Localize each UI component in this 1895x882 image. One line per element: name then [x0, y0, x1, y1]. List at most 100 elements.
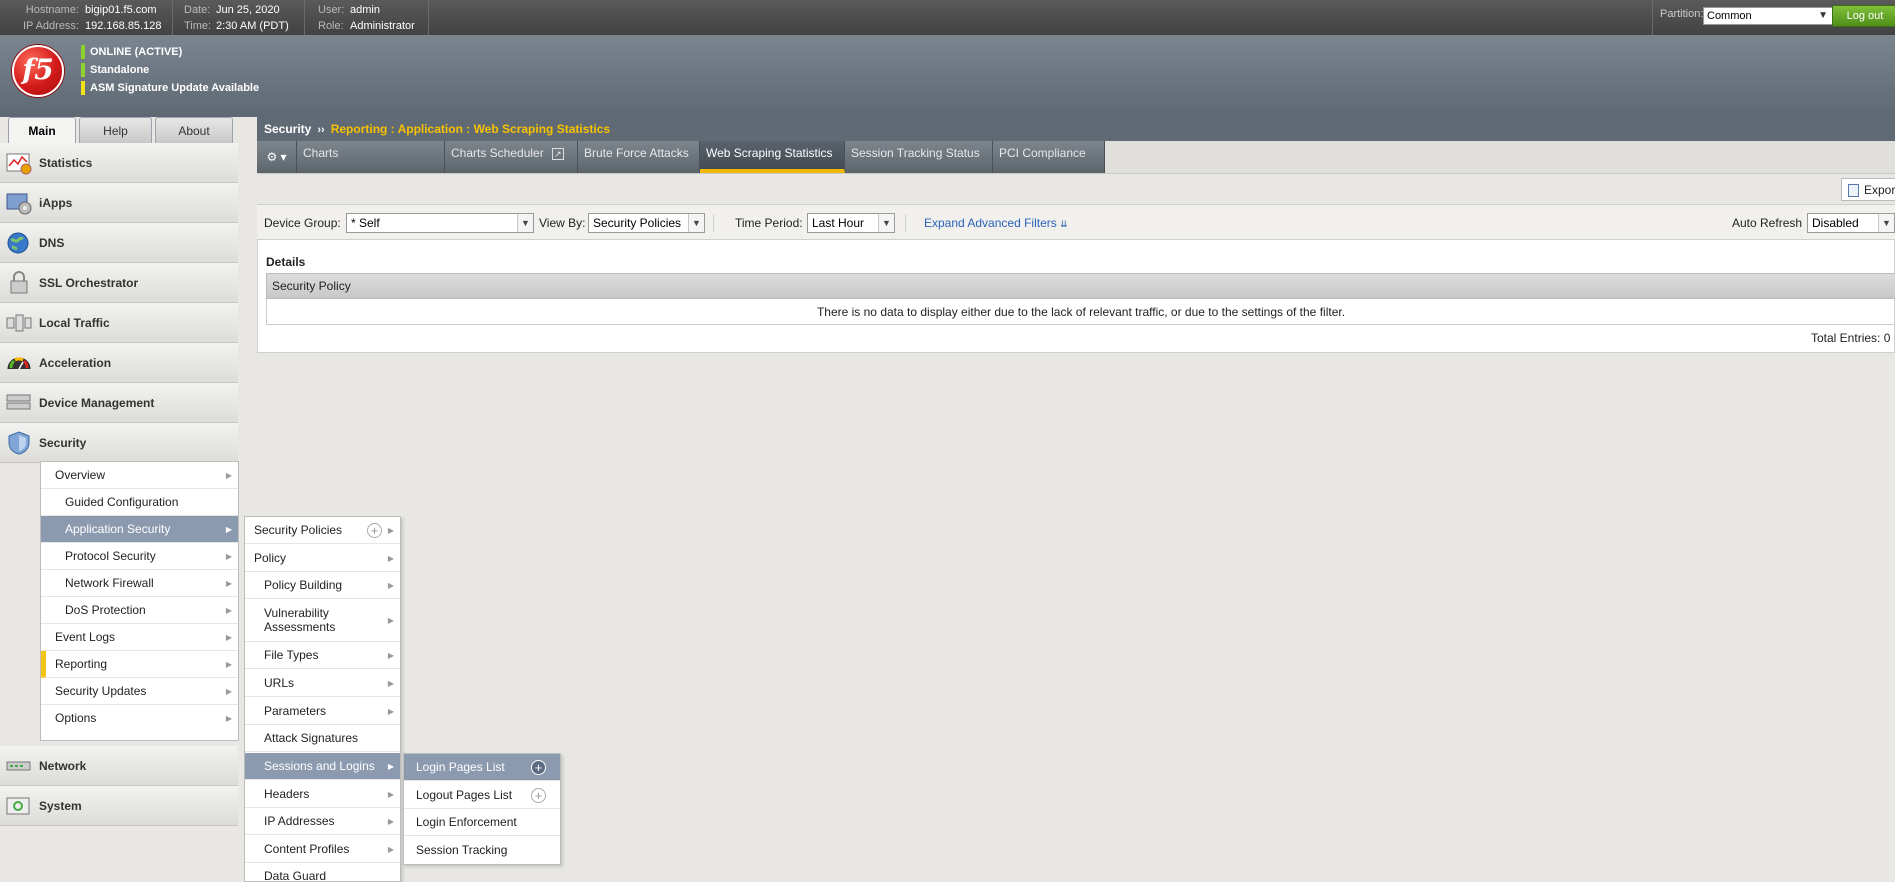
- menu-item-login-enforcement[interactable]: Login Enforcement: [404, 809, 560, 836]
- chevron-down-icon: ▼: [1818, 10, 1828, 21]
- logo-text: f5: [22, 53, 54, 86]
- menu-item-security-updates[interactable]: Security Updates ▶: [41, 678, 238, 705]
- tab-pci-compliance[interactable]: PCI Compliance: [993, 141, 1105, 173]
- application-security-flyout: Security Policies + ▶ Policy ▶ Policy Build…: [244, 516, 401, 882]
- menu-item-attack-signatures[interactable]: Attack Signatures: [245, 725, 400, 752]
- f5-logo: f5: [12, 45, 64, 97]
- menu-item-label: Headers: [264, 787, 310, 801]
- view-by-select[interactable]: Security Policies ▼: [588, 213, 705, 233]
- menu-item-label: Sessions and Logins: [264, 759, 375, 773]
- menu-item-security-policies[interactable]: Security Policies + ▶: [245, 517, 400, 544]
- tab-label: Session Tracking Status: [851, 146, 980, 160]
- menu-item-reporting[interactable]: Reporting ▶: [41, 651, 238, 678]
- chevron-down-icon: ▼: [1878, 214, 1894, 232]
- nav-local-traffic[interactable]: Local Traffic: [0, 303, 238, 343]
- tab-web-scraping-statistics[interactable]: Web Scraping Statistics: [700, 141, 845, 173]
- menu-item-event-logs[interactable]: Event Logs ▶: [41, 624, 238, 651]
- time-value: 2:30 AM (PDT): [216, 20, 289, 32]
- add-icon[interactable]: +: [531, 760, 546, 775]
- tab-charts-scheduler[interactable]: Charts Scheduler ↗: [445, 141, 578, 173]
- tab-help[interactable]: Help: [79, 117, 152, 144]
- menu-item-options[interactable]: Options ▶: [41, 705, 238, 732]
- menu-item-guided-configuration[interactable]: Guided Configuration: [41, 489, 238, 516]
- menu-item-file-types[interactable]: File Types ▶: [245, 642, 400, 669]
- nav-device-management[interactable]: Device Management: [0, 383, 238, 423]
- menu-item-sessions-and-logins[interactable]: Sessions and Logins ▶: [245, 753, 400, 780]
- breadcrumb-path: Reporting : Application : Web Scraping S…: [330, 122, 611, 136]
- tab-brute-force-attacks[interactable]: Brute Force Attacks: [578, 141, 700, 173]
- chevron-right-icon: ▶: [225, 633, 232, 642]
- menu-item-vulnerability-assessments[interactable]: Vulnerability Assessments ▶: [245, 599, 400, 642]
- menu-item-urls[interactable]: URLs ▶: [245, 670, 400, 697]
- status-asm[interactable]: ASM Signature Update Available: [81, 81, 259, 95]
- menu-item-login-pages-list[interactable]: Login Pages List +: [404, 754, 560, 781]
- status-indicator: [81, 81, 85, 95]
- chevron-right-icon: ▶: [225, 660, 232, 669]
- menu-item-session-tracking[interactable]: Session Tracking: [404, 837, 560, 864]
- link-text: Expand Advanced Filters: [924, 216, 1057, 230]
- globe-icon: [7, 232, 29, 254]
- nav-network[interactable]: Network: [0, 746, 238, 786]
- time-period-select[interactable]: Last Hour ▼: [807, 213, 895, 233]
- divider: [428, 0, 429, 35]
- nav-iapps[interactable]: iApps: [0, 183, 238, 223]
- tab-label: PCI Compliance: [999, 146, 1086, 160]
- menu-item-dos-protection[interactable]: DoS Protection ▶: [41, 597, 238, 624]
- chevron-down-icon: ▼: [878, 214, 894, 232]
- menu-item-label: Logout Pages List: [416, 788, 513, 802]
- menu-item-network-firewall[interactable]: Network Firewall ▶: [41, 570, 238, 597]
- menu-item-headers[interactable]: Headers ▶: [245, 781, 400, 808]
- menu-item-label: Content Profiles: [264, 842, 350, 856]
- column-header-security-policy[interactable]: Security Policy: [266, 273, 1895, 299]
- logout-button[interactable]: Log out: [1832, 5, 1895, 27]
- hostname-label: Hostname:: [25, 4, 79, 16]
- nav-statistics[interactable]: Statistics: [0, 143, 238, 183]
- expand-advanced-filters-link[interactable]: Expand Advanced Filters ⇊: [924, 216, 1068, 230]
- tab-session-tracking-status[interactable]: Session Tracking Status: [845, 141, 993, 173]
- menu-item-policy-building[interactable]: Policy Building ▶: [245, 572, 400, 599]
- double-chevron-down-icon: ⇊: [1060, 219, 1068, 229]
- add-icon[interactable]: +: [531, 788, 546, 803]
- chevron-right-icon: ▶: [387, 581, 394, 590]
- tab-label: Charts: [303, 146, 339, 160]
- role-value: Administrator: [350, 20, 415, 32]
- chevron-down-icon: ▼: [517, 214, 533, 232]
- breadcrumb-root[interactable]: Security: [264, 122, 311, 136]
- menu-item-protocol-security[interactable]: Protocol Security ▶: [41, 543, 238, 570]
- nav-label: DNS: [39, 236, 65, 250]
- menu-item-policy[interactable]: Policy ▶: [245, 545, 400, 572]
- menu-item-label: Session Tracking: [416, 843, 508, 857]
- nav-system[interactable]: System: [0, 786, 238, 826]
- export-button[interactable]: Export: [1841, 178, 1895, 201]
- nav-dns[interactable]: DNS: [0, 223, 238, 263]
- nav-security[interactable]: Security: [0, 423, 238, 463]
- nav-ssl-orchestrator[interactable]: SSL Orchestrator: [0, 263, 238, 303]
- device-group-select[interactable]: * Self ▼: [346, 213, 534, 233]
- total-entries: Total Entries: 0: [1811, 331, 1891, 345]
- tab-main[interactable]: Main: [8, 117, 76, 144]
- sessions-and-logins-flyout: Login Pages List + Logout Pages List + Log…: [403, 753, 561, 865]
- menu-item-data-guard[interactable]: Data Guard: [245, 863, 400, 882]
- lock-icon: [10, 271, 28, 294]
- partition-select[interactable]: Common ▼: [1703, 7, 1833, 25]
- nav-label: Statistics: [39, 156, 93, 170]
- chevron-down-icon: ▼: [688, 214, 704, 232]
- menu-item-parameters[interactable]: Parameters ▶: [245, 698, 400, 725]
- status-online-text: ONLINE (ACTIVE): [90, 46, 183, 58]
- column-label: Security Policy: [272, 279, 351, 293]
- tab-about[interactable]: About: [155, 117, 233, 144]
- chevron-right-icon: ▶: [225, 552, 232, 561]
- nav-acceleration[interactable]: Acceleration: [0, 343, 238, 383]
- menu-item-content-profiles[interactable]: Content Profiles ▶: [245, 836, 400, 863]
- tab-charts[interactable]: Charts: [297, 141, 445, 173]
- add-icon[interactable]: +: [367, 523, 382, 538]
- menu-item-overview[interactable]: Overview ▶: [41, 462, 238, 489]
- auto-refresh-select[interactable]: Disabled ▼: [1807, 213, 1895, 233]
- menu-item-application-security[interactable]: Application Security ▶: [41, 516, 238, 543]
- menu-item-logout-pages-list[interactable]: Logout Pages List +: [404, 782, 560, 809]
- chevron-right-icon: ▶: [225, 579, 232, 588]
- gear-icon[interactable]: ⚙ ▾: [257, 141, 297, 173]
- filter-bar: Device Group: * Self ▼ View By: Security …: [257, 204, 1895, 240]
- menu-item-ip-addresses[interactable]: IP Addresses ▶: [245, 808, 400, 835]
- chevron-right-icon: ▶: [387, 845, 394, 854]
